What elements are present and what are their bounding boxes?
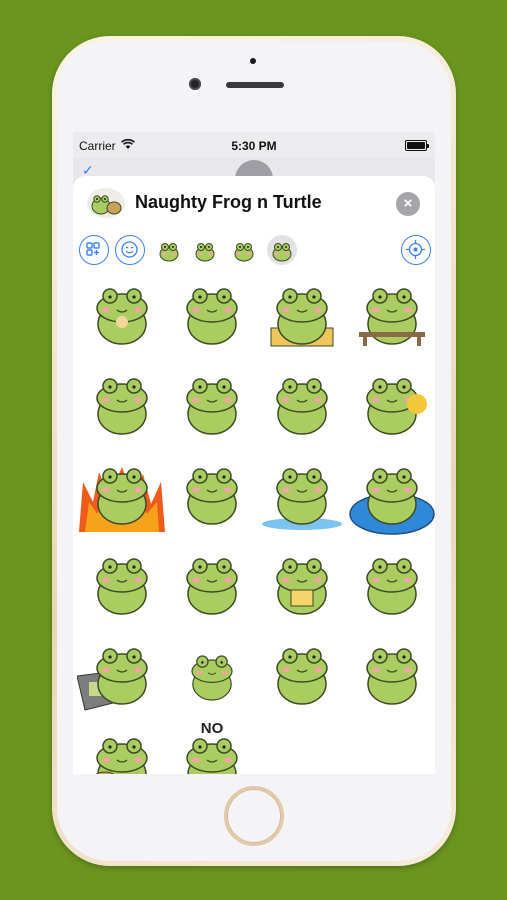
screen: Carrier 5:30 PM ✓ Naughty Frog n Turtle (73, 132, 435, 774)
sticker-pack-1-tab[interactable] (154, 235, 184, 265)
close-button[interactable]: × (396, 192, 420, 216)
sticker-frog-with-baby[interactable] (257, 632, 347, 722)
sticker-frog-angry-fire[interactable] (77, 452, 167, 542)
status-time: 5:30 PM (231, 139, 277, 153)
pack-icon (87, 188, 125, 218)
battery-icon (405, 140, 429, 151)
sticker-frog-shrugging[interactable] (257, 362, 347, 452)
sticker-frog-scratching[interactable] (167, 542, 257, 632)
home-button[interactable] (224, 786, 284, 846)
sticker-label: NO (200, 720, 224, 737)
sticker-frog-laptop[interactable] (77, 632, 167, 722)
proximity-sensor (250, 58, 256, 64)
status-bar: Carrier 5:30 PM (73, 132, 435, 158)
sticker-frog-sunglasses-floating[interactable] (347, 452, 435, 542)
sticker-frog-small-standing[interactable] (167, 632, 257, 722)
sticker-sheet: Naughty Frog n Turtle × NO (73, 176, 435, 774)
sticker-frog-with-turtle[interactable] (77, 722, 167, 774)
sticker-pack-4-tab[interactable] (267, 235, 297, 265)
sticker-frog-sitting[interactable] (347, 542, 435, 632)
sticker-frog-with-flower[interactable] (347, 362, 435, 452)
sticker-frog-lying-down[interactable] (167, 272, 257, 362)
sticker-frog-on-box-drinking[interactable] (257, 272, 347, 362)
sticker-pack-2-tab[interactable] (190, 235, 220, 265)
sticker-grid: NO (73, 272, 435, 774)
sticker-frog-on-bench[interactable] (347, 272, 435, 362)
sticker-frog-holding-note[interactable] (257, 542, 347, 632)
sticker-frog-shy[interactable] (77, 542, 167, 632)
sticker-frog-back-view[interactable] (167, 452, 257, 542)
sticker-frog-with-spoon[interactable] (77, 362, 167, 452)
emoji-face-icon[interactable] (115, 235, 145, 265)
pack-title: Naughty Frog n Turtle (135, 192, 322, 212)
earpiece-speaker (226, 82, 284, 88)
sticker-pack-3-tab[interactable] (229, 235, 259, 265)
sticker-tabs (73, 228, 435, 270)
sticker-frog-crying[interactable] (257, 452, 347, 542)
sticker-frog-waving[interactable] (167, 362, 257, 452)
sheet-header: Naughty Frog n Turtle × (73, 176, 435, 232)
front-camera (189, 78, 201, 90)
app-grid-icon[interactable] (79, 235, 109, 265)
sticker-frog-smirking[interactable] (347, 632, 435, 722)
sticker-frog-eating[interactable] (77, 272, 167, 362)
location-target-icon[interactable] (401, 235, 431, 265)
sticker-frog-no[interactable]: NO (167, 720, 257, 774)
